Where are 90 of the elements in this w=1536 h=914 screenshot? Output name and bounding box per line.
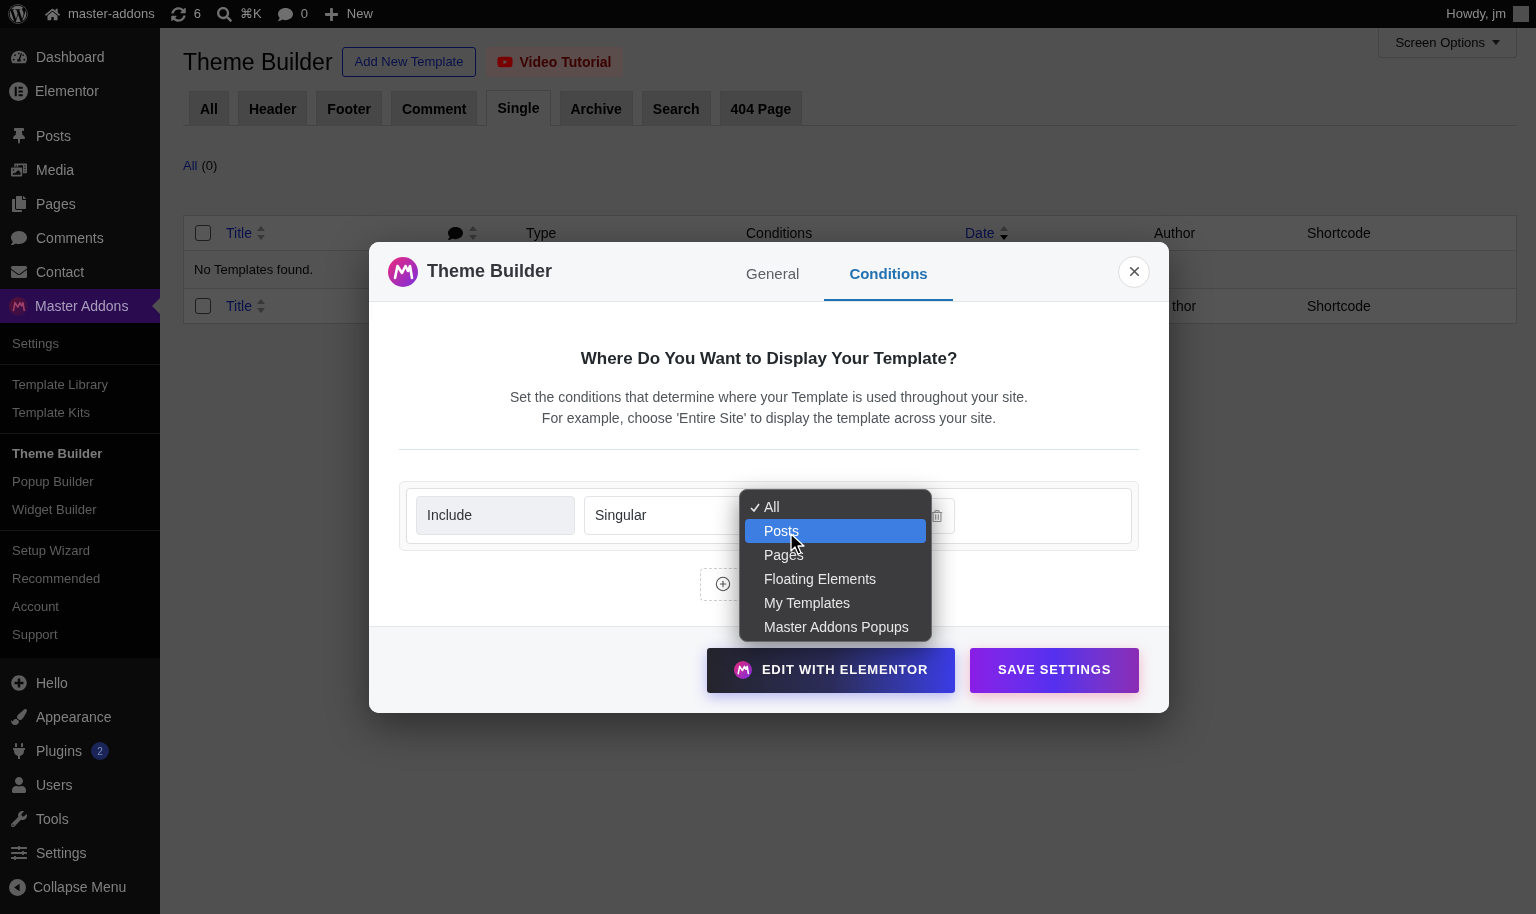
menu-item[interactable]: Appearance bbox=[0, 700, 160, 734]
column-header: Shortcode bbox=[1307, 224, 1371, 242]
dialog-tab[interactable]: General bbox=[721, 242, 825, 301]
dropdown-option[interactable]: Floating Elements bbox=[745, 567, 926, 591]
menu-item[interactable]: Tools bbox=[0, 802, 160, 836]
column-header: Author bbox=[1154, 224, 1196, 242]
menu-item[interactable]: Plugins 2 bbox=[0, 734, 160, 768]
envelope-icon bbox=[11, 264, 27, 280]
menu-item[interactable]: Master Addons bbox=[0, 289, 160, 323]
column-header: Conditions bbox=[746, 224, 813, 242]
circle-logo-icon bbox=[733, 661, 752, 679]
media-icon bbox=[11, 162, 27, 178]
plug-icon bbox=[11, 743, 27, 759]
menu-item[interactable]: Settings bbox=[0, 836, 160, 870]
submenu-item[interactable]: Template Library bbox=[0, 371, 160, 399]
paintbrush-icon bbox=[11, 709, 27, 725]
menu-item[interactable]: Hello bbox=[0, 666, 160, 700]
menu-pointer-icon bbox=[152, 298, 160, 314]
dialog-tab[interactable]: Conditions bbox=[824, 242, 953, 301]
refresh-icon bbox=[170, 6, 186, 22]
save-settings-button[interactable]: SAVE SETTINGS bbox=[970, 647, 1139, 693]
update-count-badge: 2 bbox=[90, 742, 109, 760]
submenu-item[interactable]: Recommended bbox=[0, 565, 160, 593]
menu-item[interactable]: Dashboard bbox=[0, 40, 160, 74]
menu-item[interactable]: Collapse Menu bbox=[0, 870, 160, 904]
collapse-icon bbox=[9, 878, 26, 896]
description-text: For example, choose 'Entire Site' to display the template across your site. bbox=[541, 408, 997, 428]
new-content-link[interactable]: New bbox=[323, 4, 373, 24]
submenu-item[interactable]: Account bbox=[0, 593, 160, 621]
plus-circle-icon bbox=[715, 576, 731, 592]
dropdown-option[interactable]: My Templates bbox=[745, 591, 926, 615]
site-link[interactable]: master-addons bbox=[45, 4, 155, 24]
gauge-icon bbox=[11, 49, 27, 65]
menu-item[interactable]: Users bbox=[0, 768, 160, 802]
speech-bubble-icon bbox=[277, 6, 293, 22]
check-icon bbox=[750, 503, 760, 512]
column-header: Shortcode bbox=[1307, 297, 1371, 315]
w-logo-icon[interactable] bbox=[8, 4, 28, 24]
menu-item[interactable]: Posts bbox=[0, 119, 160, 153]
submenu-item[interactable]: Theme Builder bbox=[0, 440, 160, 468]
speech-bubble-icon bbox=[448, 225, 463, 241]
caret-icon bbox=[1492, 40, 1500, 45]
search-icon bbox=[216, 6, 232, 22]
edit-with-elementor-button[interactable]: EDIT WITH ELEMENTOR bbox=[707, 647, 955, 693]
speech-bubble-icon bbox=[11, 230, 27, 246]
description-text: Set the conditions that determine where your Template is used throughout your site. bbox=[509, 387, 1028, 407]
wrench-icon bbox=[11, 811, 27, 827]
screen-options-button[interactable]: Screen Options bbox=[1378, 28, 1517, 58]
play-icon bbox=[497, 54, 514, 70]
dropdown-option[interactable]: Master Addons Popups bbox=[745, 615, 926, 639]
pin-icon bbox=[11, 128, 27, 144]
menu-item[interactable]: Comments bbox=[0, 221, 160, 255]
submenu-item[interactable]: Settings bbox=[0, 330, 160, 358]
trash-icon bbox=[931, 509, 943, 522]
close-button[interactable] bbox=[1118, 255, 1150, 288]
submenu-item[interactable]: Setup Wizard bbox=[0, 537, 160, 565]
submenu-item[interactable]: Popup Builder bbox=[0, 468, 160, 496]
select-all-checkbox[interactable] bbox=[195, 225, 211, 241]
plus-icon bbox=[323, 6, 339, 22]
menu-item[interactable]: Elementor bbox=[0, 74, 160, 108]
comments-link[interactable]: 0 bbox=[277, 4, 308, 24]
updates-link[interactable]: 6 bbox=[170, 4, 201, 24]
pages-icon bbox=[11, 196, 27, 212]
search-link[interactable]: ⌘K bbox=[216, 4, 262, 24]
mode-select[interactable]: Include bbox=[416, 496, 575, 535]
menu-item[interactable]: Media bbox=[0, 153, 160, 187]
column-header: Type bbox=[526, 224, 557, 242]
circle-logo-icon bbox=[9, 296, 28, 316]
menu-item[interactable]: Pages bbox=[0, 187, 160, 221]
submenu-item[interactable]: Template Kits bbox=[0, 399, 160, 427]
user-icon bbox=[11, 777, 27, 793]
menu-item[interactable]: Contact bbox=[0, 255, 160, 289]
submenu-item[interactable]: Support bbox=[0, 621, 160, 649]
dropdown-option[interactable]: Posts bbox=[745, 519, 926, 543]
dialog-title: Theme Builder bbox=[427, 260, 553, 283]
select-all-checkbox[interactable] bbox=[195, 298, 211, 314]
account-link[interactable]: Howdy, jm bbox=[1446, 4, 1529, 24]
page-title: Theme Builder bbox=[183, 48, 333, 77]
sliders-icon bbox=[11, 845, 27, 861]
filter-tab[interactable]: Single bbox=[486, 90, 551, 126]
empty-message: No Templates found. bbox=[194, 260, 313, 279]
section-heading: Where Do You Want to Display Your Template? bbox=[579, 348, 959, 370]
dropdown-option[interactable]: Pages bbox=[745, 543, 926, 567]
circle-logo-icon bbox=[388, 256, 418, 287]
home-icon bbox=[45, 6, 60, 22]
avatar-icon bbox=[1513, 6, 1529, 22]
column-header: thor bbox=[1172, 297, 1197, 315]
item-count: (0) bbox=[201, 157, 218, 176]
e-logo-icon bbox=[9, 81, 28, 101]
submenu-item[interactable]: Widget Builder bbox=[0, 496, 160, 524]
